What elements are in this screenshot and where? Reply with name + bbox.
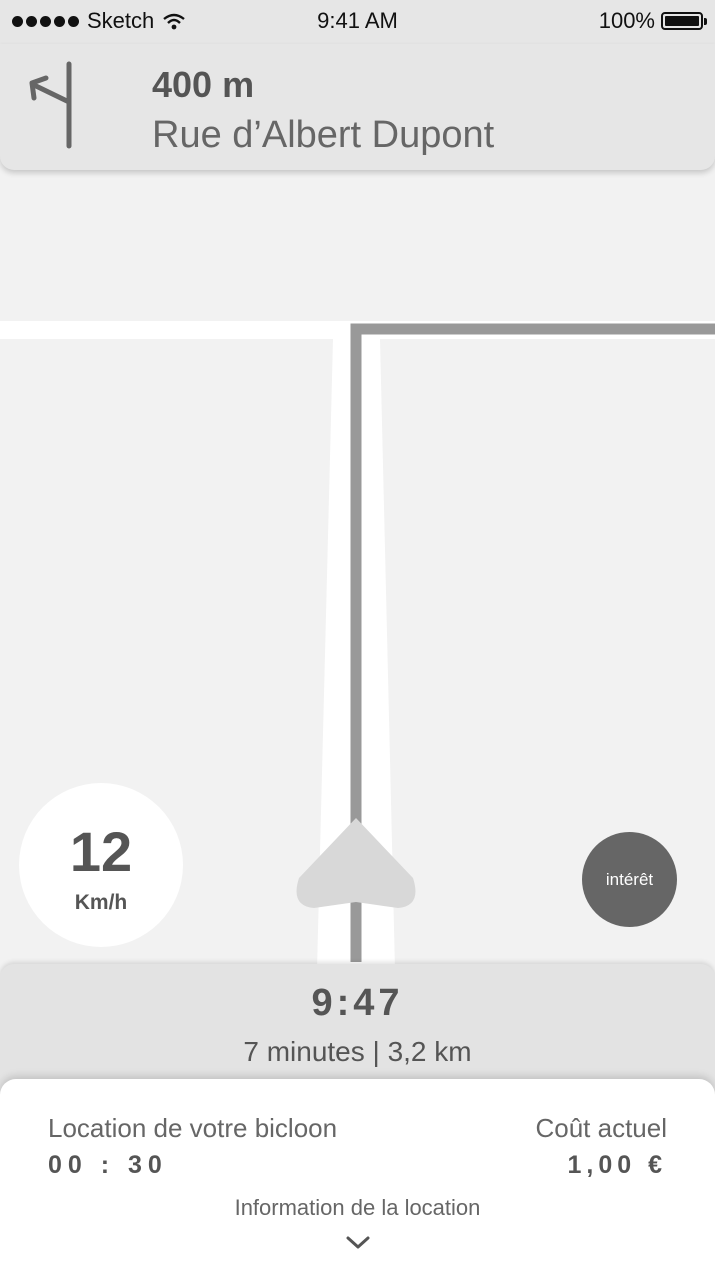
rental-duration: 00 : 30 bbox=[48, 1151, 168, 1179]
trip-details: 7 minutes | 3,2 km bbox=[243, 1036, 472, 1067]
status-right: 100% bbox=[598, 8, 707, 34]
arrival-time: 9:47 bbox=[311, 982, 404, 1024]
speed-value: 12 bbox=[69, 820, 133, 883]
speed-unit: Km/h bbox=[74, 891, 128, 914]
street-name: Rue d’Albert Dupont bbox=[152, 114, 495, 156]
cost-value: 1,00 € bbox=[567, 1151, 667, 1179]
battery-level: 100% bbox=[598, 8, 655, 33]
navigation-screen: Sketch 9:41 AM 100% 400 m Rue d’Albert D… bbox=[0, 0, 715, 1270]
cost-label: Coût actuel bbox=[535, 1113, 667, 1143]
rental-label: Location de votre bicloon bbox=[48, 1113, 338, 1143]
speed-indicator: 12 Km/h bbox=[19, 783, 183, 947]
navigation-header: 400 m Rue d’Albert Dupont bbox=[0, 44, 715, 170]
interest-button-label: intérêt bbox=[605, 869, 654, 889]
turn-distance: 400 m bbox=[152, 64, 255, 105]
rental-info-link[interactable]: Information de la location bbox=[0, 1195, 715, 1221]
turn-left-icon bbox=[29, 61, 72, 149]
chevron-down-icon[interactable] bbox=[345, 1235, 371, 1251]
status-bar: Sketch 9:41 AM 100% bbox=[0, 0, 715, 44]
interest-button[interactable]: intérêt bbox=[582, 832, 677, 927]
battery-icon bbox=[661, 12, 707, 30]
rental-sheet[interactable]: Location de votre bicloon 00 : 30 Coût a… bbox=[0, 1079, 715, 1270]
